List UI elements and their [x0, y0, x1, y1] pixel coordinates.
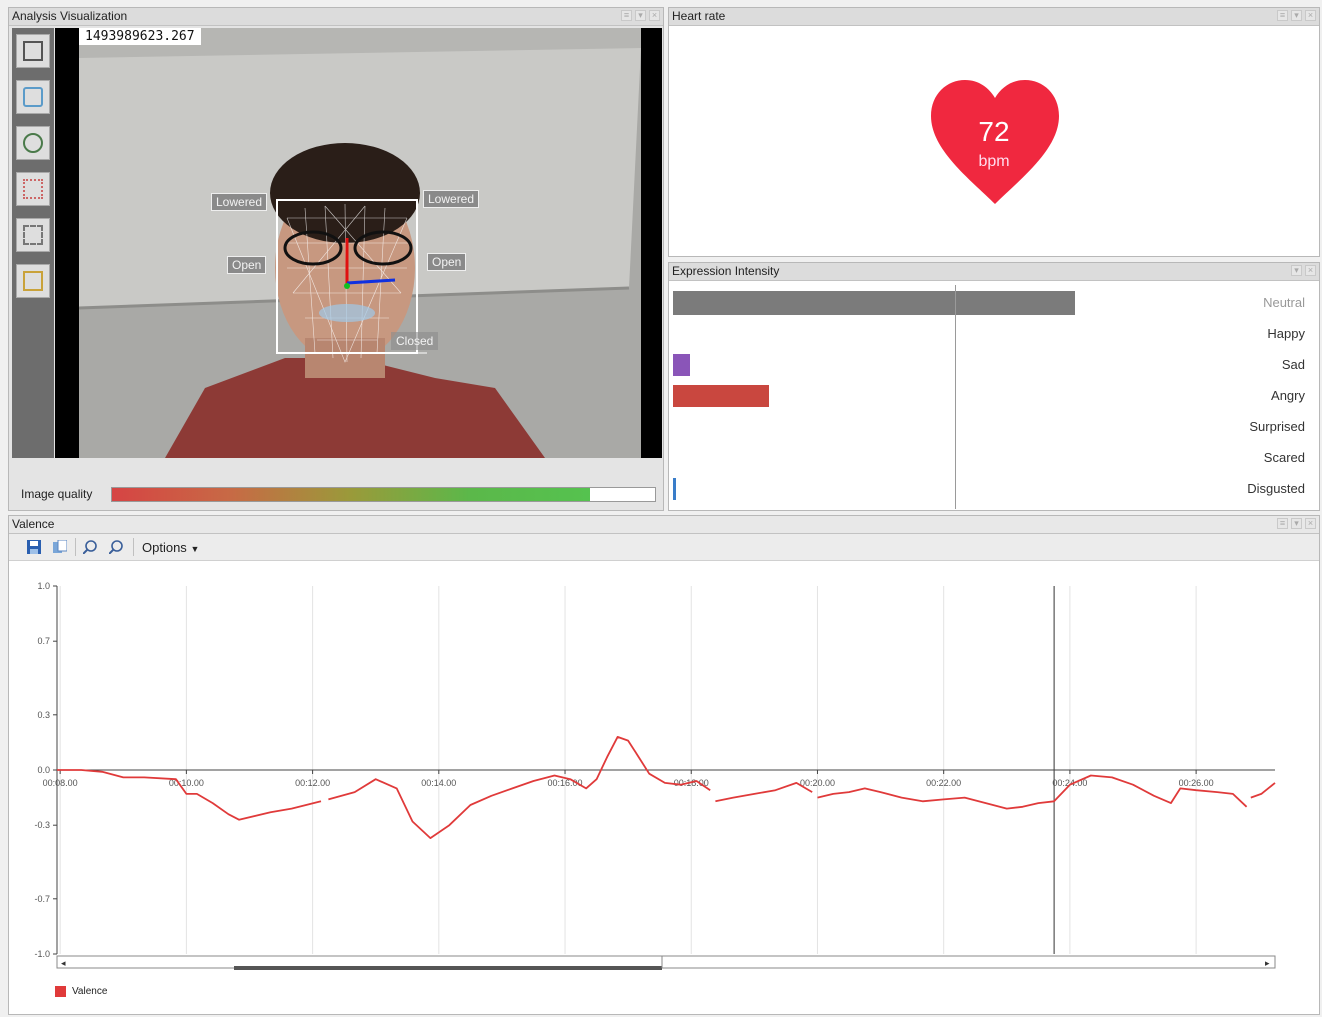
save-icon[interactable] — [27, 540, 41, 554]
face-mesh-icon — [23, 87, 43, 107]
analysis-panel-title-text: Analysis Visualization — [12, 9, 128, 23]
scroll-right-icon[interactable]: ▸ — [1265, 958, 1270, 968]
y-tick-label: 0.7 — [37, 636, 50, 646]
expression-intensity-panel: Expression Intensity ▾ × Neutral Happy Sad… — [668, 262, 1320, 511]
valence-series-line — [1250, 782, 1276, 799]
panel-close-icon[interactable]: × — [1305, 265, 1316, 276]
options-label: Options — [142, 540, 187, 555]
analysis-panel-title: Analysis Visualization ≡ ▾ × — [9, 8, 663, 26]
y-tick-label: -0.3 — [34, 820, 50, 830]
expression-title-text: Expression Intensity — [672, 264, 780, 278]
brow-left-label: Lowered — [211, 193, 268, 211]
valence-panel: Valence ≡ ▾ × Options ▼ 1.0 0.7 0.3 0.0 -0.3… — [8, 515, 1320, 1015]
x-tick-label: 00:12.00 — [295, 778, 330, 788]
legend-label: Valence — [72, 986, 108, 997]
zoom-out-icon[interactable] — [109, 540, 123, 554]
scroll-left-icon[interactable]: ◂ — [61, 958, 66, 968]
camera-video-frame: Lowered Lowered Open Open Closed — [55, 28, 662, 458]
valence-panel-controls: ≡ ▾ × — [1277, 518, 1316, 529]
options-dropdown[interactable]: Options ▼ — [142, 540, 199, 555]
x-tick-label: 00:14.00 — [421, 778, 456, 788]
expression-panel-title: Expression Intensity ▾ × — [669, 263, 1319, 281]
analysis-visualization-panel: Analysis Visualization ≡ ▾ × Lowered Low… — [8, 7, 664, 511]
face-points-tool-button[interactable] — [16, 172, 50, 206]
frame-icon — [23, 41, 43, 61]
valence-series-line — [715, 782, 813, 803]
x-tick-label: 00:26.00 — [1179, 778, 1214, 788]
panel-close-icon[interactable]: × — [1305, 10, 1316, 21]
frame-tool-button[interactable] — [16, 34, 50, 68]
x-tick-label: 00:22.00 — [926, 778, 961, 788]
valence-chart: 1.00.70.30.0-0.3-0.7-1.000:08.00 00:10.00… — [34, 581, 1276, 970]
face-points-icon — [23, 179, 43, 199]
visualization-toolbar — [12, 28, 54, 458]
face-box-tool-button[interactable] — [16, 264, 50, 298]
panel-dropdown-icon[interactable]: ▾ — [1291, 10, 1302, 21]
panel-close-icon[interactable]: × — [1305, 518, 1316, 529]
valence-series-line — [328, 736, 711, 839]
y-tick-label: -0.7 — [34, 894, 50, 904]
expression-midline — [955, 285, 956, 509]
expression-bar-neutral — [673, 291, 1075, 315]
x-tick-label: 00:08.00 — [43, 778, 78, 788]
face-grid-tool-button[interactable] — [16, 218, 50, 252]
x-tick-label: 00:20.00 — [800, 778, 835, 788]
expression-panel-controls: ▾ × — [1291, 265, 1316, 276]
face-mesh-tool-button[interactable] — [16, 80, 50, 114]
valence-legend: Valence — [55, 986, 107, 997]
valence-panel-title: Valence ≡ ▾ × — [9, 516, 1319, 534]
expression-label-neutral: Neutral — [1263, 295, 1305, 310]
heart-rate-unit: bpm — [978, 153, 1010, 170]
y-tick-label: 1.0 — [37, 581, 50, 591]
frame-timestamp: 1493989623.267 — [79, 28, 201, 45]
toolbar-separator — [133, 538, 134, 556]
expression-label-angry: Angry — [1271, 388, 1305, 403]
legend-swatch — [55, 986, 66, 997]
expression-label-happy: Happy — [1267, 326, 1305, 341]
options-chevron-down-icon: ▼ — [190, 544, 200, 554]
expression-bar-angry — [673, 385, 770, 407]
heart-rate-panel-title: Heart rate ≡ ▾ × — [669, 8, 1319, 26]
image-quality-label: Image quality — [21, 487, 93, 501]
zoom-in-icon[interactable] — [83, 540, 97, 554]
toolbar-separator — [75, 538, 76, 556]
face-grid-icon — [23, 225, 43, 245]
eye-right-label: Open — [427, 253, 467, 271]
expression-label-sad: Sad — [1281, 357, 1305, 372]
panel-close-icon[interactable]: × — [649, 10, 660, 21]
panel-pin-icon[interactable]: ≡ — [1277, 518, 1288, 529]
panel-pin-icon[interactable]: ≡ — [621, 10, 632, 21]
camera-image — [55, 28, 662, 458]
y-tick-label: 0.3 — [37, 710, 50, 720]
expression-label-disgusted: Disgusted — [1247, 481, 1305, 496]
face-mask-tool-button[interactable] — [16, 126, 50, 160]
expression-label-surprised: Surprised — [1249, 419, 1305, 434]
chart-scrollbar-thumb — [234, 966, 662, 970]
expression-label-scared: Scared — [1263, 450, 1305, 465]
eye-left-label: Open — [227, 256, 267, 274]
copy-icon[interactable] — [53, 540, 67, 554]
y-tick-label: -1.0 — [34, 949, 50, 959]
panel-dropdown-icon[interactable]: ▾ — [1291, 265, 1302, 276]
expression-bar-sad — [673, 354, 690, 376]
heart-rate-value: 72 — [978, 116, 1010, 147]
face-mask-icon — [23, 133, 43, 153]
analysis-panel-controls: ≡ ▾ × — [621, 10, 660, 21]
expression-bar-disgusted — [673, 478, 676, 500]
panel-dropdown-icon[interactable]: ▾ — [635, 10, 646, 21]
heart-rate-panel-controls: ≡ ▾ × — [1277, 10, 1316, 21]
panel-pin-icon[interactable]: ≡ — [1277, 10, 1288, 21]
heart-rate-panel: Heart rate ≡ ▾ × 72 bpm — [668, 7, 1320, 257]
y-tick-label: 0.0 — [37, 765, 50, 775]
mouth-label: Closed — [391, 332, 439, 350]
panel-dropdown-icon[interactable]: ▾ — [1291, 518, 1302, 529]
valence-toolbar: Options ▼ — [9, 534, 1319, 561]
brow-right-label: Lowered — [423, 190, 480, 208]
image-quality-fill — [112, 488, 590, 501]
face-box-icon — [23, 271, 43, 291]
heart-rate-title-text: Heart rate — [672, 9, 726, 23]
valence-title-text: Valence — [12, 517, 55, 531]
image-quality-bar — [111, 487, 656, 502]
